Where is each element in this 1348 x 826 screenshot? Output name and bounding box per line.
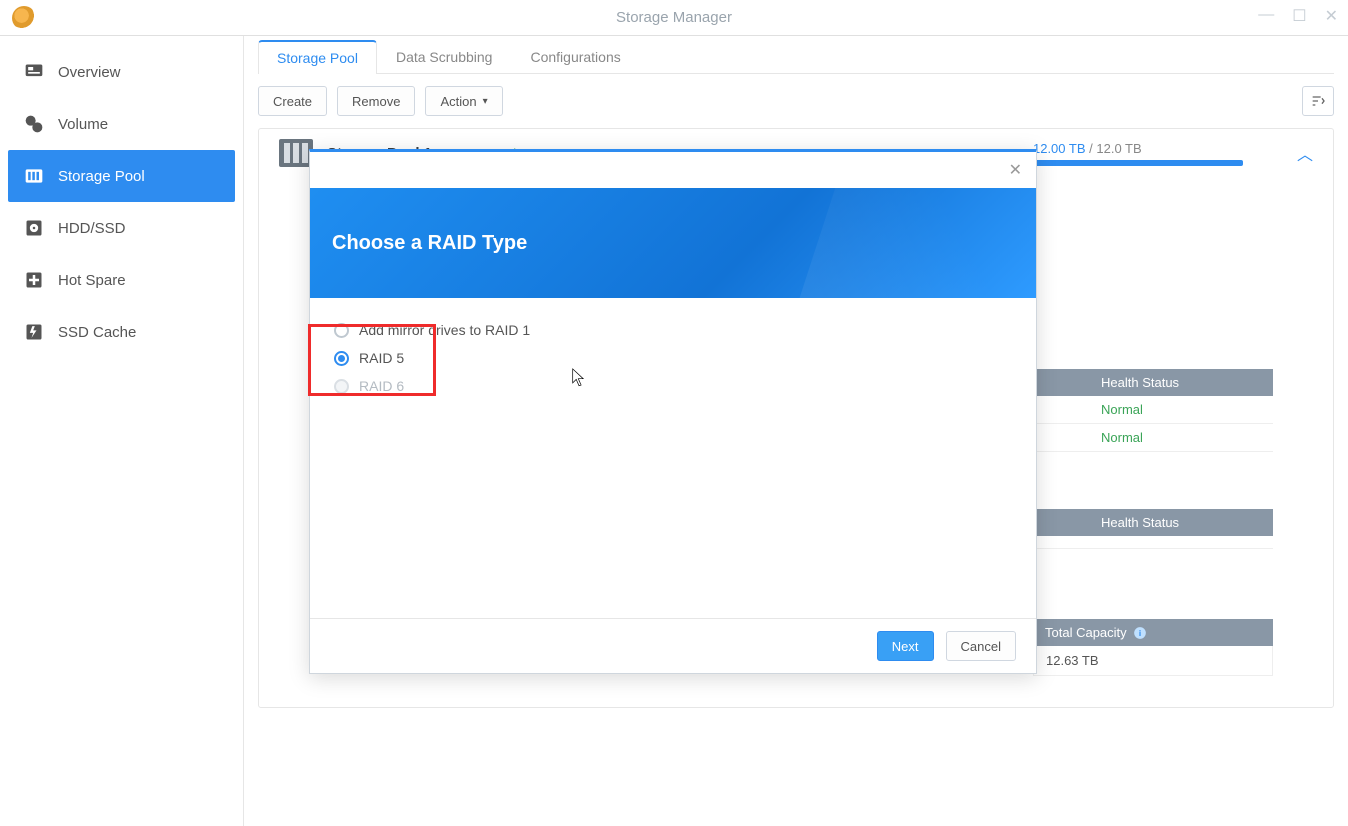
collapse-icon[interactable]: ︿ <box>1297 141 1313 165</box>
volume-icon <box>24 114 44 134</box>
sidebar: Overview Volume Storage Pool HDD/SSD Hot… <box>0 36 244 826</box>
radio-icon <box>334 351 349 366</box>
radio-label: Add mirror drives to RAID 1 <box>359 322 530 338</box>
radio-icon <box>334 379 349 394</box>
radio-label: RAID 5 <box>359 350 404 366</box>
overview-icon <box>24 62 44 82</box>
capacity-total: 12.0 TB <box>1096 141 1141 156</box>
sidebar-item-overview[interactable]: Overview <box>8 46 235 98</box>
storage-pool-card: Storage Pool 1 - Normal 12.00 TB / 12.0 … <box>258 128 1334 708</box>
create-button[interactable]: Create <box>258 86 327 116</box>
sidebar-item-hot-spare[interactable]: Hot Spare <box>8 254 235 306</box>
radio-icon <box>334 323 349 338</box>
radio-option-raid6: RAID 6 <box>334 372 1012 400</box>
sidebar-item-label: HDD/SSD <box>58 220 126 237</box>
info-icon[interactable]: i <box>1133 626 1147 640</box>
tab-label: Storage Pool <box>277 50 358 66</box>
capacity-block: 12.00 TB / 12.0 TB <box>1033 141 1283 166</box>
dialog-title: Choose a RAID Type <box>332 232 527 255</box>
tab-configurations[interactable]: Configurations <box>511 40 639 73</box>
total-capacity-value: 12.63 TB <box>1033 646 1273 676</box>
action-button[interactable]: Action ▾ <box>425 86 502 116</box>
sort-toggle-button[interactable] <box>1302 86 1334 116</box>
window-title: Storage Manager <box>616 9 732 26</box>
window-titlebar: Storage Manager — ☐ ✕ <box>0 0 1348 36</box>
total-capacity-label: Total Capacity <box>1045 625 1127 640</box>
sidebar-item-volume[interactable]: Volume <box>8 98 235 150</box>
chevron-down-icon: ▾ <box>483 96 488 107</box>
sidebar-item-hdd-ssd[interactable]: HDD/SSD <box>8 202 235 254</box>
maximize-icon[interactable]: ☐ <box>1292 6 1306 26</box>
radio-option-add-mirror[interactable]: Add mirror drives to RAID 1 <box>334 316 1012 344</box>
button-label: Create <box>273 94 312 109</box>
pool-icon <box>279 139 313 167</box>
minimize-icon[interactable]: — <box>1258 6 1274 26</box>
sidebar-item-ssd-cache[interactable]: SSD Cache <box>8 306 235 358</box>
radio-option-raid5[interactable]: RAID 5 <box>334 344 1012 372</box>
sidebar-item-label: SSD Cache <box>58 324 136 341</box>
svg-text:i: i <box>1139 628 1141 637</box>
tabs: Storage Pool Data Scrubbing Configuratio… <box>258 36 1334 74</box>
tab-label: Data Scrubbing <box>396 49 493 65</box>
raid-type-dialog: ✕ Choose a RAID Type Add mirror drives t… <box>309 149 1037 674</box>
hdd-icon <box>24 218 44 238</box>
total-capacity-strip: Total Capacity i 12.63 TB <box>1033 619 1273 676</box>
tab-data-scrubbing[interactable]: Data Scrubbing <box>377 40 512 73</box>
next-button[interactable]: Next <box>877 631 934 661</box>
dialog-banner: Choose a RAID Type <box>310 188 1036 298</box>
hot-spare-icon <box>24 270 44 290</box>
app-icon <box>12 6 36 30</box>
sidebar-item-storage-pool[interactable]: Storage Pool <box>8 150 235 202</box>
capacity-used: 12.00 TB <box>1033 141 1086 156</box>
sidebar-item-label: Overview <box>58 64 121 81</box>
tab-storage-pool[interactable]: Storage Pool <box>258 40 377 74</box>
button-label: Remove <box>352 94 400 109</box>
button-label: Next <box>892 639 919 654</box>
sidebar-item-label: Volume <box>58 116 108 133</box>
dialog-close-icon[interactable]: ✕ <box>1009 160 1022 180</box>
sort-icon <box>1310 93 1326 109</box>
storage-pool-icon <box>24 166 44 186</box>
toolbar: Create Remove Action ▾ <box>258 74 1334 128</box>
ssd-cache-icon <box>24 322 44 342</box>
radio-label: RAID 6 <box>359 378 404 394</box>
cancel-button[interactable]: Cancel <box>946 631 1016 661</box>
tab-label: Configurations <box>530 49 620 65</box>
close-icon[interactable]: ✕ <box>1325 6 1338 26</box>
capacity-bar <box>1033 160 1243 166</box>
button-label: Cancel <box>961 639 1001 654</box>
remove-button[interactable]: Remove <box>337 86 415 116</box>
col-header: Health Status <box>1101 515 1261 530</box>
sidebar-item-label: Storage Pool <box>58 168 145 185</box>
col-header: Health Status <box>1101 375 1261 390</box>
sidebar-item-label: Hot Spare <box>58 272 126 289</box>
button-label: Action <box>440 94 476 109</box>
